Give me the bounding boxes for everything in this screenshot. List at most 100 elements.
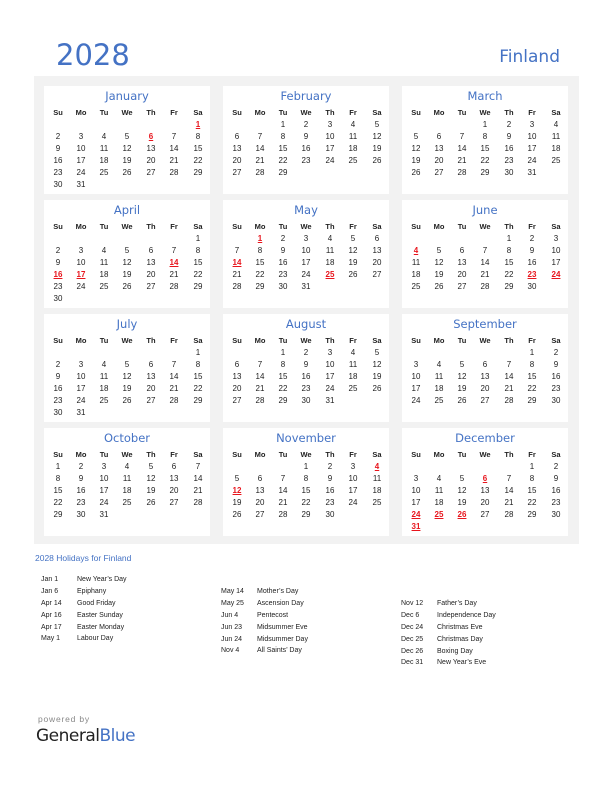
day: 6	[459, 246, 465, 255]
day: 24	[76, 168, 86, 177]
day: 9	[553, 360, 559, 369]
day: 1	[280, 120, 286, 129]
day: 16	[76, 486, 86, 495]
brand-general: General	[36, 726, 100, 746]
day: 28	[504, 396, 514, 405]
day: 26	[122, 396, 132, 405]
day: 6	[234, 360, 240, 369]
day: 2	[529, 234, 535, 243]
weekday-label: Th	[504, 450, 514, 459]
holiday-name: Christmas Eve	[437, 623, 483, 631]
weekday-label: Th	[325, 222, 335, 231]
holiday-name: Good Friday	[77, 599, 116, 607]
weekday-label: We	[121, 450, 133, 459]
weekday-label: Su	[232, 108, 242, 117]
day: 8	[506, 246, 512, 255]
day: 28	[278, 510, 288, 519]
day: 15	[480, 144, 490, 153]
holiday-day: 6	[148, 132, 154, 141]
day: 29	[53, 510, 63, 519]
day: 18	[348, 144, 358, 153]
holiday-item: Dec 26 Boxing Day	[401, 646, 496, 658]
holiday-date: Dec 6	[401, 611, 420, 619]
day: 12	[122, 258, 132, 267]
day: 22	[480, 156, 490, 165]
day: 26	[146, 498, 156, 507]
weekday-header: Su Mo Tu We Th Fr Sa	[223, 221, 389, 233]
day: 14	[169, 144, 179, 153]
day: 23	[53, 396, 63, 405]
day: 4	[124, 462, 130, 471]
day: 20	[480, 384, 490, 393]
day: 5	[374, 348, 380, 357]
day: 25	[348, 384, 358, 393]
weekday-label: Sa	[193, 450, 203, 459]
day: 22	[193, 156, 203, 165]
day: 27	[457, 282, 467, 291]
day: 30	[551, 396, 561, 405]
day: 11	[348, 132, 358, 141]
day: 2	[55, 132, 61, 141]
holiday-day: 26	[457, 510, 467, 519]
weekday-label: Mo	[75, 222, 87, 231]
weekday-label: Fr	[528, 450, 536, 459]
day: 3	[350, 462, 356, 471]
generalblue-logo[interactable]: GeneralBlue	[36, 726, 136, 746]
holiday-day: 12	[232, 486, 242, 495]
day: 26	[457, 396, 467, 405]
holiday-day: 6	[482, 474, 488, 483]
holiday-date: Apr 16	[41, 611, 62, 619]
day: 22	[255, 270, 265, 279]
holiday-item: Dec 31 New Year’s Eve	[401, 657, 496, 669]
day: 11	[99, 372, 109, 381]
day: 7	[257, 132, 263, 141]
holiday-date: Jun 4	[221, 611, 239, 619]
day: 15	[193, 258, 203, 267]
weekday-label: Su	[232, 222, 242, 231]
day: 2	[506, 120, 512, 129]
weekday-label: Mo	[75, 336, 87, 345]
day: 7	[195, 462, 201, 471]
weekday-label: Tu	[278, 450, 288, 459]
holiday-column: Nov 12 Father’s Day Dec 6 Independence Day D…	[401, 598, 496, 669]
day: 18	[551, 144, 561, 153]
day: 15	[527, 486, 537, 495]
day: 20	[232, 384, 242, 393]
day: 16	[551, 372, 561, 381]
weekday-label: Th	[146, 222, 156, 231]
day: 12	[457, 372, 467, 381]
weekday-label: We	[300, 336, 312, 345]
day: 3	[78, 132, 84, 141]
weekday-label: Fr	[349, 222, 357, 231]
weekday-label: Mo	[254, 108, 266, 117]
holiday-day: 4	[413, 246, 419, 255]
weekday-label: Mo	[254, 222, 266, 231]
day: 22	[504, 270, 514, 279]
holiday-item: May 25 Ascension Day	[221, 598, 308, 610]
weekday-label: Tu	[457, 336, 467, 345]
day: 30	[504, 168, 514, 177]
day: 21	[232, 270, 242, 279]
day: 24	[325, 156, 335, 165]
month-january: January Su Mo Tu We Th Fr Sa 1 2 3 4 5 6 7 8 9 10 11 12 13 14…	[44, 86, 210, 194]
weekday-label: Fr	[528, 222, 536, 231]
day: 11	[372, 474, 382, 483]
holiday-day: 31	[411, 522, 421, 531]
weekday-label: Th	[146, 336, 156, 345]
day: 18	[411, 270, 421, 279]
weekday-label: Tu	[457, 222, 467, 231]
month-may: May Su Mo Tu We Th Fr Sa 1 2 3 4 5 6 7 8 9 10 11 12 13 14 15 16…	[223, 200, 389, 308]
day: 10	[76, 372, 86, 381]
day: 25	[551, 156, 561, 165]
day: 16	[301, 144, 311, 153]
powered-by-label: powered by	[38, 714, 90, 724]
year-title: 2028	[56, 38, 130, 72]
day: 3	[78, 360, 84, 369]
day: 18	[325, 258, 335, 267]
day: 14	[504, 372, 514, 381]
day: 6	[374, 234, 380, 243]
day: 3	[101, 462, 107, 471]
day: 9	[303, 132, 309, 141]
holiday-name: All Saints’ Day	[257, 647, 302, 655]
day: 26	[232, 510, 242, 519]
